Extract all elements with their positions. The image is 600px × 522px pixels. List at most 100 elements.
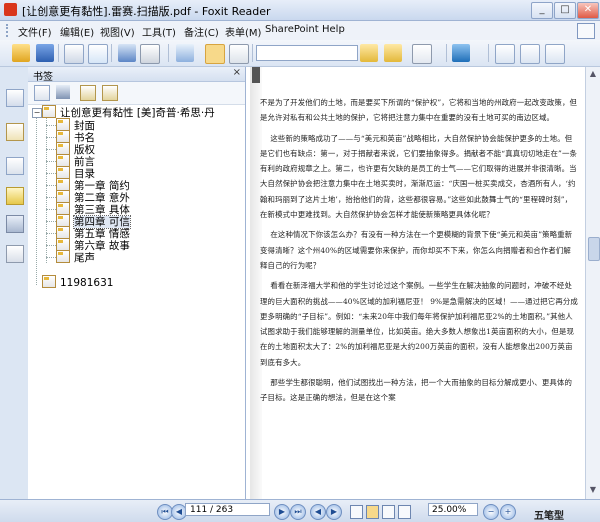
open-folder-icon[interactable] — [12, 44, 30, 62]
tree-guide-line — [46, 221, 56, 222]
scroll-down-icon[interactable]: ▼ — [588, 485, 598, 495]
vertical-scrollbar[interactable]: ▲ ▼ — [585, 67, 600, 499]
bookmark-tools — [28, 82, 245, 105]
delete-bookmark-icon[interactable] — [56, 85, 70, 99]
single-page-icon[interactable] — [350, 505, 363, 519]
tree-guide-line — [46, 197, 56, 198]
tree-guide-line — [46, 173, 56, 174]
tree-item-extra[interactable]: 11981631 — [42, 275, 113, 289]
forward-icon[interactable]: ▶ — [326, 504, 342, 520]
facing-icon[interactable] — [382, 505, 395, 519]
attachment-icon[interactable] — [6, 215, 24, 233]
bookmarks-panel-header: 书签 × — [28, 67, 245, 83]
tree-guide-line — [46, 161, 56, 162]
toolbar-separator — [252, 44, 253, 62]
find-input[interactable] — [256, 45, 358, 61]
menu-file[interactable]: 文件(F) — [18, 24, 52, 39]
menu-help[interactable]: Help — [322, 24, 345, 35]
document-view[interactable]: 不是为了开发他们的土地，而是要买下所谓的“保护权”，它将和当地的州政府一起改变政… — [246, 67, 585, 499]
bookmark-icon — [42, 105, 56, 118]
email-icon[interactable] — [88, 44, 108, 64]
comments-icon[interactable] — [6, 187, 24, 205]
tree-guide-line — [46, 137, 56, 138]
tree-guide-line — [46, 149, 56, 150]
zoom-out-icon[interactable]: − — [483, 504, 499, 520]
scroll-up-icon[interactable]: ▲ — [588, 69, 598, 79]
tree-guide-line — [46, 117, 47, 263]
pages-icon[interactable] — [6, 89, 24, 107]
paragraph: 在这种情况下你该怎么办？有没有一种方法在一个更模糊的背景下使“美元和英亩”策略重… — [260, 230, 573, 270]
continuous-facing-icon[interactable] — [398, 505, 411, 519]
fit-page-icon[interactable] — [495, 44, 515, 64]
close-button[interactable]: ✕ — [577, 2, 599, 19]
zoom-in-icon[interactable]: + — [500, 504, 516, 520]
monitor-icon[interactable] — [118, 44, 136, 62]
bookmark-tree: − 让创意更有黏性 [美]奇普·希思·丹 封面 书名 版权 前言 目录 第一章 简约 第二章… — [28, 105, 245, 499]
bookmarks-panel-title: 书签 — [33, 72, 53, 83]
tree-guide-line — [46, 245, 56, 246]
tree-guide-line — [46, 233, 56, 234]
hand-tool-icon[interactable] — [205, 44, 225, 64]
find-next-icon[interactable] — [384, 44, 402, 62]
bookmark-icon — [42, 275, 56, 288]
back-icon[interactable]: ◀ — [310, 504, 326, 520]
paragraph: 这些新的策略成功了——与“美元和英亩”战略相比，大自然保护协会能保护更多的土地。… — [260, 133, 578, 220]
toolbar-separator — [111, 44, 112, 62]
tree-item[interactable]: 尾声 — [56, 250, 95, 265]
menu-view[interactable]: 视图(V) — [100, 24, 135, 39]
paragraph: 看看在新泽福大学和他的学生讨论过这个案例。一些学生在解决抽象的问题时，冲破不经处… — [260, 281, 578, 367]
bookmark-options-icon[interactable] — [34, 85, 50, 101]
fit-width-icon[interactable] — [520, 44, 540, 64]
window-title: [让创意更有黏性].雷赛.扫描版.pdf - Foxit Reader — [22, 5, 271, 18]
find-previous-icon[interactable] — [360, 44, 378, 62]
last-page-icon[interactable]: ⏭ — [290, 504, 306, 520]
tree-item-label: 11981631 — [60, 277, 114, 289]
toolbar-separator — [168, 44, 169, 62]
toolbar-separator — [58, 44, 59, 62]
bookmarks-icon[interactable] — [6, 123, 24, 141]
ime-status: 五笔型 — [534, 511, 564, 522]
select-text-icon[interactable] — [229, 44, 249, 64]
highlight-icon[interactable] — [412, 44, 432, 64]
zoom-field[interactable]: 25.00% — [428, 503, 478, 516]
toolbar-separator — [446, 44, 447, 62]
page-layout-icon[interactable] — [176, 44, 194, 62]
next-page-icon[interactable]: ▶ — [274, 504, 290, 520]
tree-guide-line — [46, 185, 56, 186]
menu-forms[interactable]: 表单(M) — [225, 24, 261, 39]
toolbar-separator — [488, 44, 489, 62]
menu-comments[interactable]: 备注(C) — [184, 24, 219, 39]
title-bar: [让创意更有黏性].雷赛.扫描版.pdf - Foxit Reader _ □ … — [0, 0, 600, 21]
printer-icon[interactable] — [140, 44, 160, 64]
bookmarks-panel: 书签 × − 让创意更有黏性 [美]奇普·希思·丹 封面 书名 版权 前言 目录 第一章 … — [28, 67, 246, 499]
menu-bar: 文件(F) 编辑(E) 视图(V) 工具(T) 备注(C) 表单(M) Shar… — [0, 21, 600, 40]
paragraph: 那些学生都很聪明，他们试图找出一种方法，把一个大而抽象的目标分解成更小、更具体的… — [260, 378, 572, 403]
pdf-page: 不是为了开发他们的土地，而是要买下所谓的“保护权”，它将和当地的州政府一起改变政… — [246, 67, 585, 499]
page-margin-marker — [252, 67, 260, 83]
tree-guide-line — [46, 125, 56, 126]
page-text: 不是为了开发他们的土地，而是要买下所谓的“保护权”，它将和当地的州政府一起改变政… — [260, 95, 578, 411]
minimize-button[interactable]: _ — [531, 2, 553, 19]
page-number-field[interactable]: 111 / 263 — [185, 503, 270, 516]
tree-expander[interactable]: − — [32, 108, 42, 118]
scroll-thumb[interactable] — [588, 237, 600, 261]
menu-sharepoint[interactable]: SharePoint — [265, 24, 319, 35]
panel-close-button[interactable]: × — [233, 67, 241, 78]
bookmark-icon — [56, 250, 70, 263]
rotate-icon[interactable] — [452, 44, 470, 62]
menu-edit[interactable]: 编辑(E) — [60, 24, 94, 39]
navigation-strip — [0, 67, 29, 499]
maximize-button[interactable]: □ — [554, 2, 576, 19]
tree-guide-line — [36, 113, 37, 285]
restore-icon[interactable] — [577, 23, 595, 39]
status-bar: ⏮ ◀ ▶ ⏭ ◀ ▶ − + — [0, 499, 600, 522]
expand-bookmarks-icon[interactable] — [80, 85, 96, 101]
new-bookmark-icon[interactable] — [102, 85, 118, 101]
print-icon[interactable] — [64, 44, 84, 64]
save-icon[interactable] — [36, 44, 54, 62]
signature-icon[interactable] — [6, 245, 24, 263]
actual-size-icon[interactable] — [545, 44, 565, 64]
menu-tools[interactable]: 工具(T) — [142, 24, 176, 39]
continuous-icon[interactable] — [366, 505, 379, 519]
layers-icon[interactable] — [6, 157, 24, 175]
